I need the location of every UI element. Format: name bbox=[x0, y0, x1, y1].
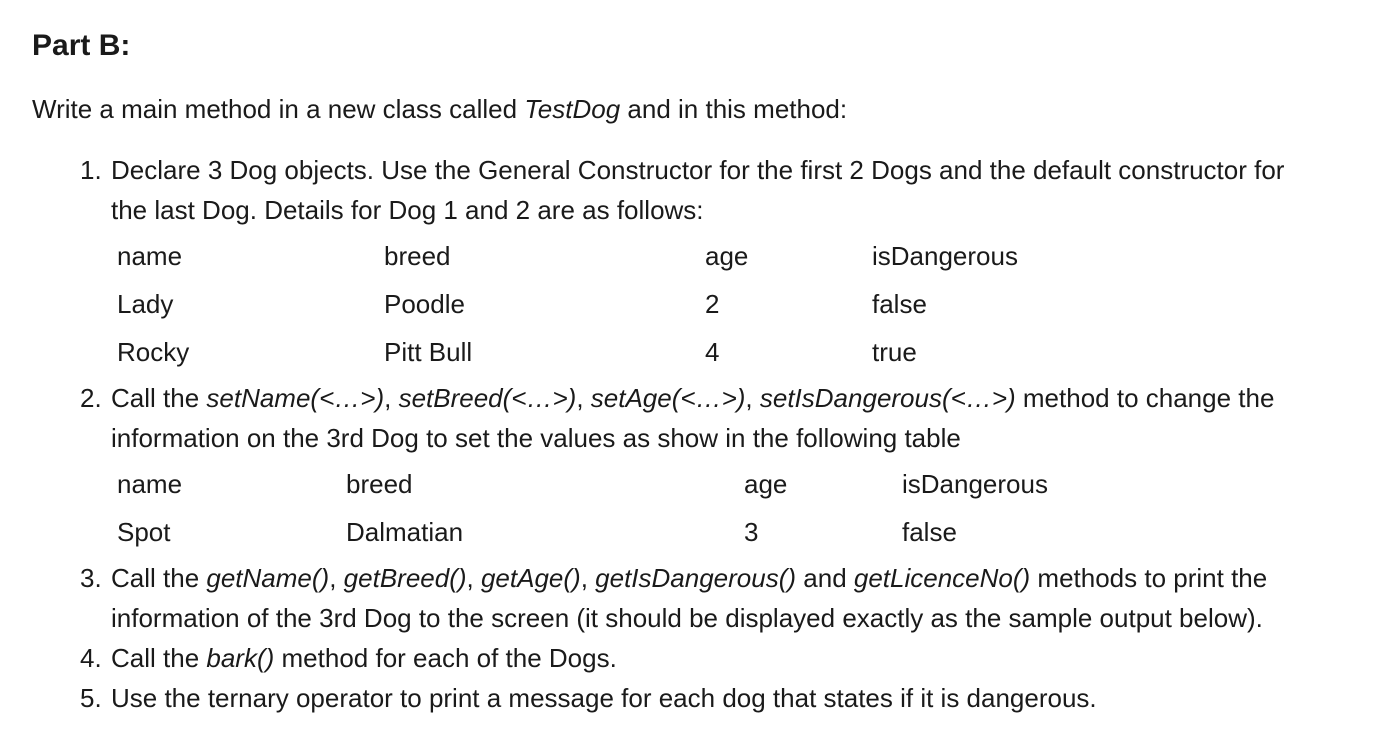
step-3-line-2: information of the 3rd Dog to the screen… bbox=[111, 603, 1263, 633]
step-5: 5. Use the ternary operator to print a m… bbox=[80, 678, 1390, 718]
class-name: TestDog bbox=[524, 94, 621, 124]
get-age-method: getAge() bbox=[480, 563, 581, 593]
header-is-dangerous: isDangerous bbox=[902, 469, 1048, 499]
step-4-prefix: Call the bbox=[111, 643, 207, 673]
intro-text: Write a main method in a new class calle… bbox=[32, 90, 847, 128]
set-name-method: setName(<…>) bbox=[206, 383, 385, 413]
get-name-method: getName() bbox=[206, 563, 330, 593]
page-heading: Part B: bbox=[32, 29, 131, 62]
intro-text-after: and in this method: bbox=[620, 94, 848, 124]
header-name: name bbox=[117, 241, 183, 271]
cell-is-dangerous: false bbox=[872, 289, 927, 319]
set-age-method: setAge(<…>) bbox=[590, 383, 746, 413]
step-2-number: 2. bbox=[80, 383, 102, 413]
step-1-number: 1. bbox=[80, 155, 102, 185]
step-3-number: 3. bbox=[80, 563, 102, 593]
header-age: age bbox=[744, 469, 788, 499]
cell-age: 4 bbox=[705, 337, 720, 367]
get-licence-no-method: getLicenceNo() bbox=[853, 563, 1031, 593]
step-4-suffix: method for each of the Dogs. bbox=[274, 643, 617, 673]
step-4: 4. Call the bark() method for each of th… bbox=[80, 638, 1390, 678]
step-5-line-1: Use the ternary operator to print a mess… bbox=[111, 683, 1097, 713]
cell-breed: Poodle bbox=[384, 289, 465, 319]
header-breed: breed bbox=[346, 469, 413, 499]
get-breed-method: getBreed() bbox=[343, 563, 467, 593]
step-3-prefix: Call the bbox=[111, 563, 207, 593]
header-breed: breed bbox=[384, 241, 451, 271]
cell-is-dangerous: false bbox=[902, 517, 957, 547]
separator: , bbox=[466, 563, 481, 593]
step-2-prefix: Call the bbox=[111, 383, 207, 413]
set-breed-method: setBreed(<…>) bbox=[398, 383, 577, 413]
header-age: age bbox=[705, 241, 749, 271]
step-2-line-1: Call the setName(<…>), setBreed(<…>), se… bbox=[111, 378, 1390, 418]
step-2-line-2: information on the 3rd Dog to set the va… bbox=[111, 423, 961, 453]
step-3: 3. Call the getName(), getBreed(), getAg… bbox=[80, 558, 1390, 638]
step-3-suffix: methods to print the bbox=[1030, 563, 1268, 593]
step-1: 1. Declare 3 Dog objects. Use the Genera… bbox=[80, 150, 1390, 230]
separator: , bbox=[745, 383, 760, 413]
step-2-suffix: method to change the bbox=[1015, 383, 1275, 413]
separator: , bbox=[580, 563, 596, 593]
step-4-number: 4. bbox=[80, 643, 102, 673]
header-name: name bbox=[117, 469, 183, 499]
cell-breed: Pitt Bull bbox=[384, 337, 473, 367]
separator: , bbox=[576, 383, 591, 413]
separator: , bbox=[384, 383, 399, 413]
get-is-dangerous-method: getIsDangerous() bbox=[595, 563, 797, 593]
cell-name: Spot bbox=[117, 517, 171, 547]
cell-age: 2 bbox=[705, 289, 720, 319]
cell-name: Lady bbox=[117, 289, 174, 319]
step-4-line-1: Call the bark() method for each of the D… bbox=[111, 638, 1390, 678]
cell-age: 3 bbox=[744, 517, 759, 547]
step-1-line-1: Declare 3 Dog objects. Use the General C… bbox=[111, 155, 1285, 185]
set-is-dangerous-method: setIsDangerous(<…>) bbox=[759, 383, 1016, 413]
cell-name: Rocky bbox=[117, 337, 190, 367]
cell-breed: Dalmatian bbox=[346, 517, 464, 547]
step-3-line-1: Call the getName(), getBreed(), getAge()… bbox=[111, 558, 1390, 598]
bark-method: bark() bbox=[206, 643, 275, 673]
step-2: 2. Call the setName(<…>), setBreed(<…>),… bbox=[80, 378, 1390, 458]
intro-text-before: Write a main method in a new class calle… bbox=[32, 94, 525, 124]
step-1-line-2: the last Dog. Details for Dog 1 and 2 ar… bbox=[111, 195, 704, 225]
separator: and bbox=[796, 563, 854, 593]
separator: , bbox=[329, 563, 344, 593]
step-5-number: 5. bbox=[80, 683, 102, 713]
cell-is-dangerous: true bbox=[872, 337, 917, 367]
header-is-dangerous: isDangerous bbox=[872, 241, 1018, 271]
